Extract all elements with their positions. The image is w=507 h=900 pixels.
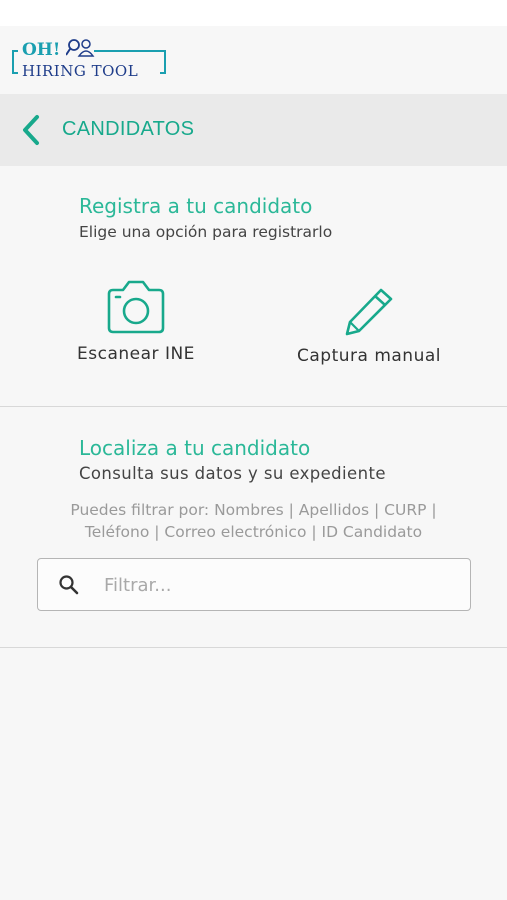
scan-ine-label: Escanear INE — [77, 344, 195, 364]
manual-capture-label: Captura manual — [297, 346, 441, 366]
logo-bracket-left — [12, 50, 18, 74]
manual-capture-button[interactable]: Captura manual — [284, 286, 454, 366]
back-button[interactable] — [14, 112, 48, 148]
camera-icon — [107, 280, 165, 334]
bottom-divider — [0, 647, 507, 648]
logo-bracket-right — [160, 50, 166, 74]
section-divider — [0, 406, 507, 407]
register-title: Registra a tu candidato — [79, 194, 313, 218]
app-logo: OH! HIRING TOOL — [12, 36, 172, 82]
logo-line — [94, 50, 164, 52]
pencil-icon — [345, 288, 393, 336]
register-subtitle: Elige una opción para registrarlo — [79, 223, 333, 241]
locate-subtitle: Consulta sus datos y su expediente — [79, 464, 386, 483]
logo-people-icon — [66, 39, 95, 57]
app-header: CANDIDATOS — [0, 94, 507, 166]
logo-area: OH! HIRING TOOL — [0, 26, 507, 94]
chevron-left-icon — [23, 115, 39, 145]
search-icon — [59, 575, 79, 595]
locate-title: Localiza a tu candidato — [79, 436, 311, 460]
page-title: CANDIDATOS — [62, 118, 195, 140]
logo-text-line1: OH! — [22, 40, 61, 60]
filter-hint-line2: Teléfono | Correo electrónico | ID Candi… — [84, 523, 423, 541]
search-input[interactable] — [104, 567, 454, 603]
scan-ine-button[interactable]: Escanear INE — [66, 278, 206, 364]
status-bar — [0, 0, 507, 26]
filter-hint-line1: Puedes filtrar por: Nombres | Apellidos … — [70, 501, 437, 519]
logo-text-line2: HIRING TOOL — [22, 62, 139, 80]
search-field[interactable] — [37, 558, 471, 611]
register-section: Registra a tu candidato Elige una opción… — [0, 166, 507, 406]
